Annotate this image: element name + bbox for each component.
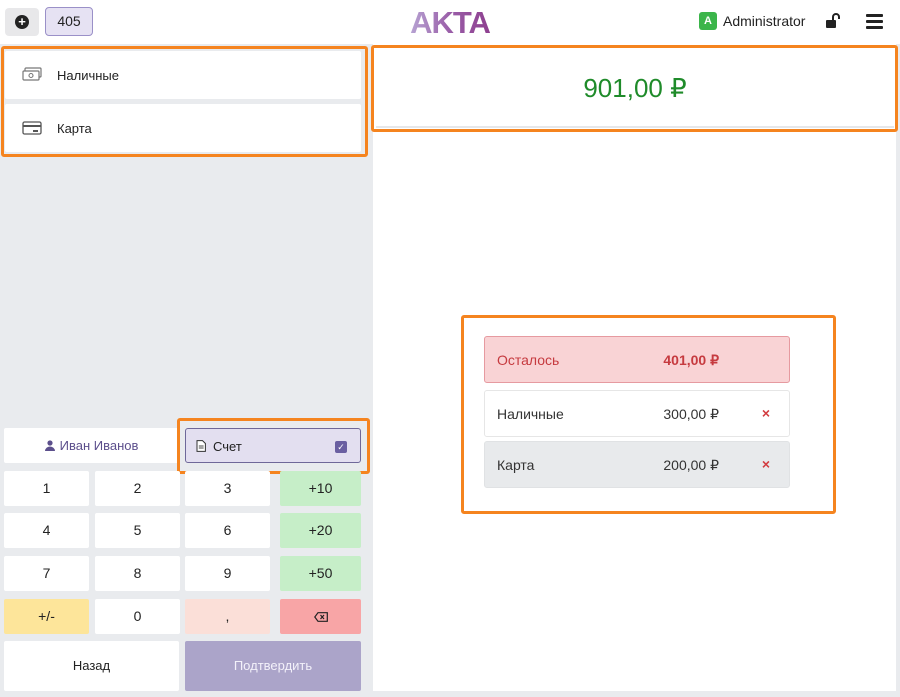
total-display: 901,00 ₽ (376, 50, 894, 128)
customer-name: Иван Иванов (59, 438, 139, 453)
plus-circle-icon: + (15, 15, 29, 29)
remaining-label: Осталось (497, 352, 560, 368)
key-comma[interactable]: , (185, 599, 270, 634)
payment-row-label: Наличные (497, 406, 564, 422)
order-number-button[interactable]: 405 (45, 7, 93, 36)
total-amount: 901,00 ₽ (583, 72, 687, 103)
key-6[interactable]: 6 (185, 513, 270, 548)
back-button[interactable]: Назад (4, 641, 179, 691)
key-plus-10[interactable]: +10 (280, 471, 361, 506)
cash-icon (22, 67, 42, 81)
card-icon (22, 121, 42, 135)
invoice-checkbox[interactable]: ✓ (335, 441, 347, 453)
key-plus-minus[interactable]: +/- (4, 599, 89, 634)
payment-screen: + 405 AKTA A Administrator Наличные Карт… (0, 0, 900, 697)
payment-row-label: Карта (497, 457, 535, 473)
lock-open-icon[interactable] (826, 13, 840, 29)
remove-payment-icon[interactable]: × (762, 405, 770, 421)
key-4[interactable]: 4 (4, 513, 89, 548)
key-7[interactable]: 7 (4, 556, 89, 591)
key-backspace[interactable] (280, 599, 361, 634)
remaining-row: Осталось 401,00 ₽ (484, 336, 790, 383)
menu-icon[interactable] (866, 14, 883, 29)
confirm-button[interactable]: Подтвердить (185, 641, 361, 691)
key-9[interactable]: 9 (185, 556, 270, 591)
user-avatar[interactable]: A (699, 12, 717, 30)
payment-row-card[interactable]: Карта 200,00 ₽ × (484, 441, 790, 488)
backspace-icon (313, 612, 328, 623)
header-bar: + 405 AKTA A Administrator (0, 0, 900, 44)
key-2[interactable]: 2 (95, 471, 180, 506)
remaining-amount: 401,00 ₽ (663, 352, 719, 368)
invoice-label: Счет (213, 439, 242, 454)
payment-method-label: Наличные (57, 67, 119, 83)
key-plus-50[interactable]: +50 (280, 556, 361, 591)
key-plus-20[interactable]: +20 (280, 513, 361, 548)
payment-method-cash[interactable]: Наличные (5, 51, 361, 99)
payment-row-amount: 200,00 ₽ (663, 457, 719, 473)
key-8[interactable]: 8 (95, 556, 180, 591)
key-0[interactable]: 0 (95, 599, 180, 634)
user-name[interactable]: Administrator (723, 13, 805, 29)
payment-row-amount: 300,00 ₽ (663, 406, 719, 422)
key-1[interactable]: 1 (4, 471, 89, 506)
remove-payment-icon[interactable]: × (762, 456, 770, 472)
payment-row-cash[interactable]: Наличные 300,00 ₽ × (484, 390, 790, 437)
new-order-button[interactable]: + (5, 8, 39, 36)
person-icon (44, 440, 55, 451)
akta-logo: AKTA (410, 5, 491, 38)
invoice-toggle-button[interactable]: Счет ✓ (185, 428, 361, 463)
key-3[interactable]: 3 (185, 471, 270, 506)
logo-text: AKTA (410, 5, 490, 38)
key-5[interactable]: 5 (95, 513, 180, 548)
customer-button[interactable]: Иван Иванов (4, 428, 179, 463)
document-icon (196, 440, 206, 452)
payment-method-label: Карта (57, 120, 92, 136)
payment-method-card[interactable]: Карта (5, 104, 361, 152)
